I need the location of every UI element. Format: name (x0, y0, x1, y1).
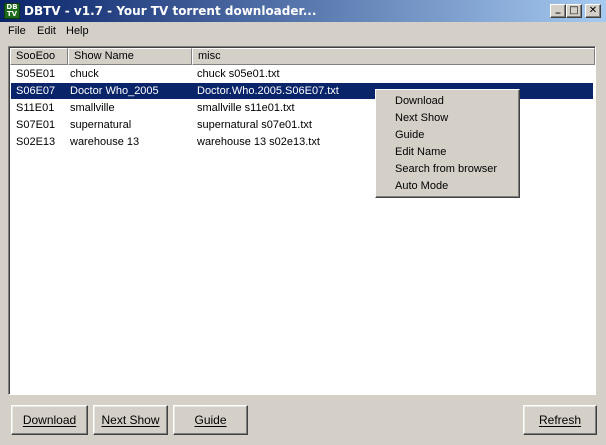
refresh-button-label: Refresh (538, 413, 582, 427)
guide-button[interactable]: Guide (173, 405, 248, 435)
download-button-label: Download (22, 413, 77, 427)
column-header-misc[interactable]: misc (192, 48, 595, 65)
cell-show-name: supernatural (70, 119, 132, 131)
cell-episode: S07E01 (16, 119, 56, 131)
column-header-show-name[interactable]: Show Name (68, 48, 192, 65)
guide-button-label: Guide (194, 413, 227, 427)
cell-show-name: chuck (70, 68, 99, 80)
cell-misc: smallville s11e01.txt (197, 102, 295, 114)
cell-misc: warehouse 13 s02e13.txt (197, 136, 320, 148)
next-show-button[interactable]: Next Show (93, 405, 168, 435)
cell-misc: chuck s05e01.txt (197, 68, 280, 80)
next-show-button-label: Next Show (101, 413, 160, 427)
cell-episode: S02E13 (16, 136, 56, 148)
context-menu-item-guide[interactable]: Guide (395, 127, 424, 144)
cell-episode: S06E07 (16, 85, 56, 97)
menu-edit[interactable]: Edit (37, 25, 56, 37)
app-icon[interactable]: DB TV (4, 3, 20, 19)
cell-episode: S05E01 (16, 68, 56, 80)
maximize-button[interactable]: □ (566, 4, 582, 18)
close-icon: ✕ (588, 5, 598, 16)
cell-misc: Doctor.Who.2005.S06E07.txt (197, 85, 339, 97)
maximize-icon: □ (569, 5, 579, 16)
context-menu-item-download[interactable]: Download (395, 93, 444, 110)
cell-show-name: smallville (70, 102, 115, 114)
close-button[interactable]: ✕ (585, 4, 601, 18)
refresh-button[interactable]: Refresh (523, 405, 597, 435)
column-header-episode[interactable]: SooEoo (10, 48, 68, 65)
title-bar[interactable]: DB TV DBTV - v1.7 - Your TV torrent downl… (0, 0, 606, 22)
cell-misc: supernatural s07e01.txt (197, 119, 312, 131)
context-menu-item-auto-mode[interactable]: Auto Mode (395, 178, 448, 195)
download-button[interactable]: Download (11, 405, 88, 435)
context-menu: Download Next Show Guide Edit Name Searc… (375, 89, 520, 198)
window-title: DBTV - v1.7 - Your TV torrent downloader… (24, 4, 317, 18)
menu-bar: File Edit Help (0, 22, 606, 41)
minimize-button[interactable]: _ (550, 3, 566, 18)
cell-show-name: Doctor Who_2005 (70, 85, 159, 97)
table-row[interactable]: S05E01 chuck chuck s05e01.txt (11, 66, 593, 82)
context-menu-item-next-show[interactable]: Next Show (395, 110, 448, 127)
context-menu-item-search-from-browser[interactable]: Search from browser (395, 161, 497, 178)
menu-help[interactable]: Help (66, 25, 89, 37)
menu-file[interactable]: File (8, 25, 26, 37)
cell-episode: S11E01 (16, 102, 55, 114)
cell-show-name: warehouse 13 (70, 136, 140, 148)
context-menu-item-edit-name[interactable]: Edit Name (395, 144, 446, 161)
minimize-icon: _ (555, 3, 561, 14)
